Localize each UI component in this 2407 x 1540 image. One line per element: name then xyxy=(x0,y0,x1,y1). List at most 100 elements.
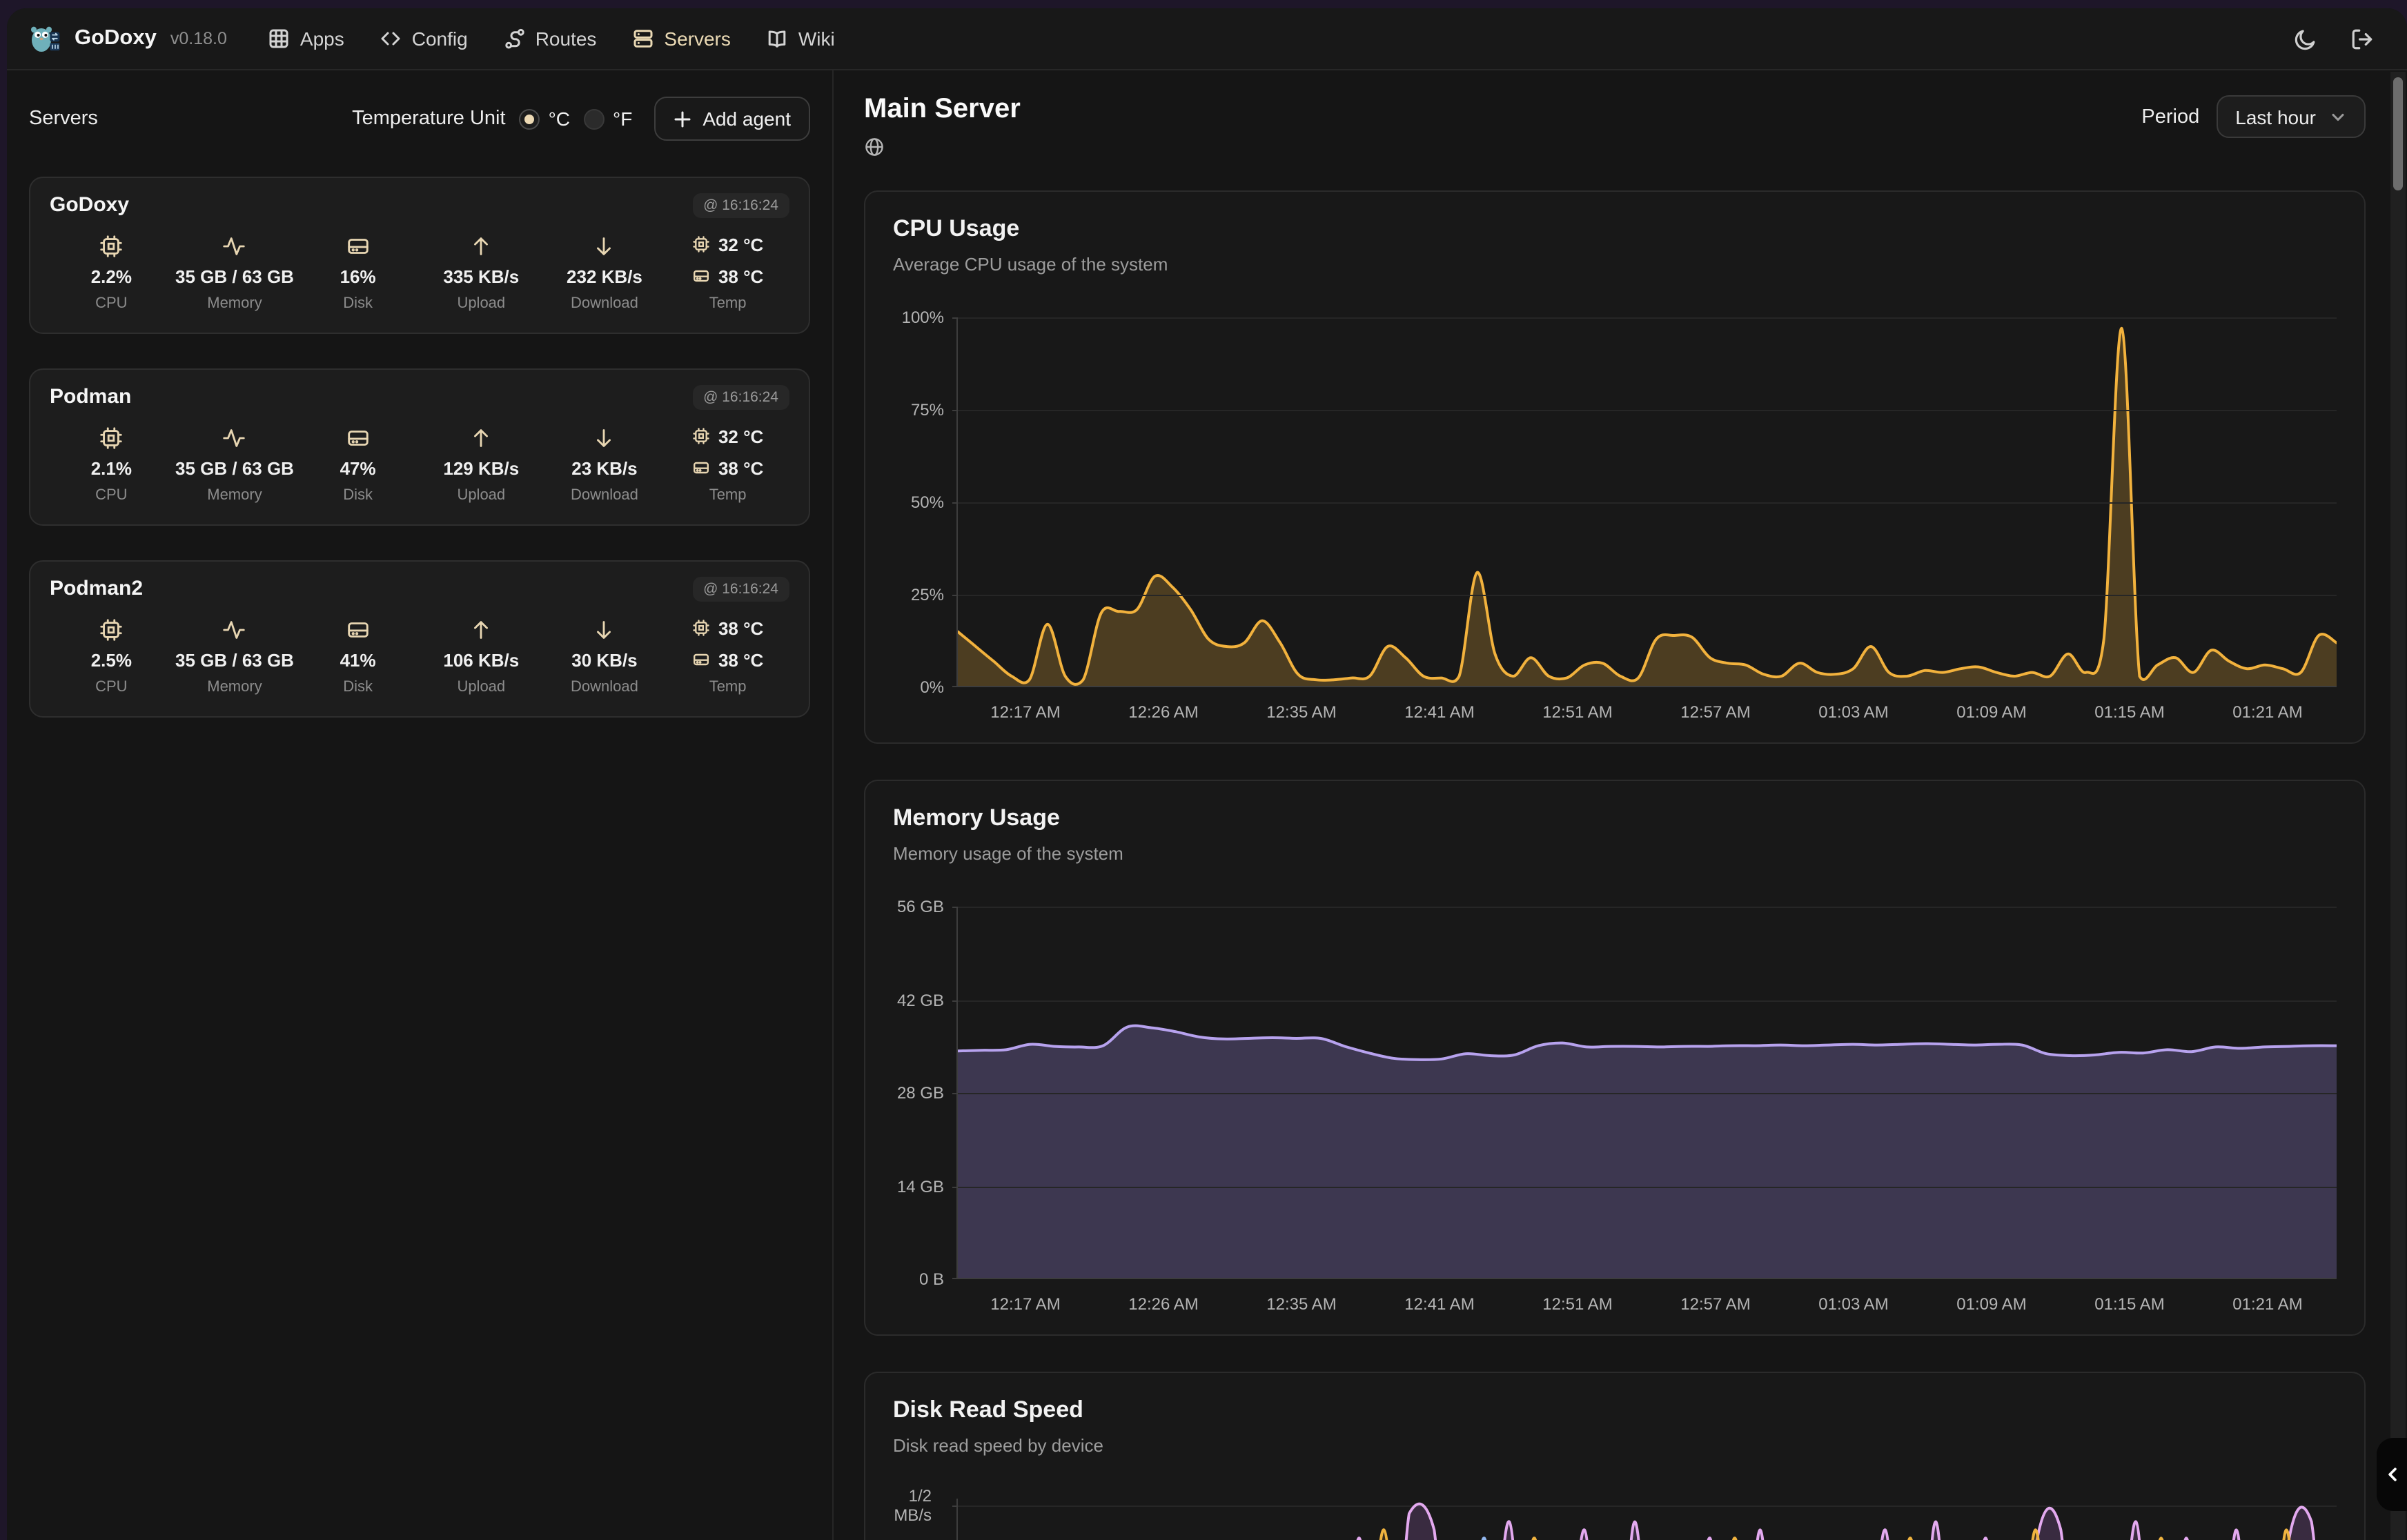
stat-memory: 35 GB / 63 GB Memory xyxy=(173,232,297,315)
x-tick-label: 12:41 AM xyxy=(1370,1294,1509,1315)
stat-upload: 129 KB/s Upload xyxy=(420,424,543,506)
x-axis-labels: 12:17 AM12:26 AM12:35 AM12:41 AM12:51 AM… xyxy=(956,1294,2337,1315)
logout-icon[interactable] xyxy=(2350,27,2374,50)
chart-title: CPU Usage xyxy=(893,214,2337,244)
x-tick-label: 01:03 AM xyxy=(1785,1294,1923,1315)
cpu-temp-icon xyxy=(692,618,711,638)
x-tick-label: 12:26 AM xyxy=(1094,702,1232,723)
server-updated-badge: @ 16:16:24 xyxy=(692,193,789,218)
server-name: GoDoxy xyxy=(50,193,129,217)
server-icon xyxy=(632,28,654,50)
nav-item-routes[interactable]: Routes xyxy=(504,28,597,50)
nav-item-servers[interactable]: Servers xyxy=(632,28,730,50)
x-tick-label: 12:51 AM xyxy=(1509,1294,1647,1315)
hard-drive-icon xyxy=(345,424,371,451)
main-panel: Main Server Period Last hour xyxy=(834,70,2407,1540)
server-card-godoxy[interactable]: GoDoxy @ 16:16:24 2.2% xyxy=(29,177,810,334)
chart-title: Memory Usage xyxy=(893,803,2337,833)
radio-fahrenheit-control[interactable] xyxy=(584,108,605,129)
y-tick-label: 50% xyxy=(911,493,944,512)
brand-name: GoDoxy xyxy=(75,26,157,51)
x-tick-label: 01:21 AM xyxy=(2199,1294,2337,1315)
nav-actions xyxy=(2294,27,2385,50)
chevron-down-icon xyxy=(2330,108,2346,125)
route-icon xyxy=(504,28,526,50)
y-tick-label: 75% xyxy=(911,400,944,419)
x-tick-label: 12:41 AM xyxy=(1370,702,1509,723)
y-axis-labels: 56 GB42 GB28 GB14 GB0 B xyxy=(893,907,956,1279)
server-card-podman2[interactable]: Podman2 @ 16:16:24 2.5% xyxy=(29,560,810,718)
radio-celsius-control[interactable] xyxy=(520,108,540,129)
memory-plot-area[interactable] xyxy=(956,907,2337,1279)
radio-fahrenheit[interactable]: °F xyxy=(584,108,632,130)
collapse-panel-button[interactable] xyxy=(2377,1438,2407,1511)
stat-upload: 106 KB/s Upload xyxy=(420,615,543,698)
nav-item-config[interactable]: Config xyxy=(380,28,468,50)
app-root: GoDoxy v0.18.0 Apps xyxy=(0,0,2407,1540)
disk-read-speed-chart-card: Disk Read Speed Disk read speed by devic… xyxy=(864,1372,2366,1540)
chart-subtitle: Memory usage of the system xyxy=(893,843,2337,865)
nav-item-label: Routes xyxy=(536,28,597,50)
disk-plot-area[interactable] xyxy=(956,1499,2337,1540)
stat-download: 23 KB/s Download xyxy=(543,424,667,506)
stat-disk: 47% Disk xyxy=(296,424,420,506)
y-tick-label: 0 B xyxy=(919,1270,944,1289)
chevron-left-icon xyxy=(2383,1465,2401,1483)
cpu-icon xyxy=(98,424,124,451)
period-select[interactable]: Last hour xyxy=(2216,95,2366,138)
y-tick-label: 28 GB xyxy=(897,1083,944,1103)
x-tick-label: 01:03 AM xyxy=(1785,702,1923,723)
x-axis-labels: 12:17 AM12:26 AM12:35 AM12:41 AM12:51 AM… xyxy=(956,702,2337,723)
x-tick-label: 12:51 AM xyxy=(1509,702,1647,723)
stat-memory: 35 GB / 63 GB Memory xyxy=(173,615,297,698)
theme-toggle-moon-icon[interactable] xyxy=(2294,27,2317,50)
radio-celsius[interactable]: °C xyxy=(520,108,570,130)
period-value: Last hour xyxy=(2235,106,2316,128)
add-agent-button[interactable]: Add agent xyxy=(654,97,810,141)
chart-title: Disk Read Speed xyxy=(893,1395,2337,1425)
top-nav: GoDoxy v0.18.0 Apps xyxy=(7,8,2407,70)
page-title: Main Server xyxy=(864,92,1021,126)
arrow-up-icon xyxy=(468,232,494,259)
activity-icon xyxy=(222,232,248,259)
x-tick-label: 01:15 AM xyxy=(2061,1294,2199,1315)
chart-subtitle: Average CPU usage of the system xyxy=(893,254,2337,276)
arrow-down-icon xyxy=(591,615,618,643)
scrollbar-thumb[interactable] xyxy=(2393,77,2403,190)
brand: GoDoxy v0.18.0 xyxy=(29,23,227,54)
hard-drive-icon xyxy=(345,615,371,643)
activity-icon xyxy=(222,615,248,643)
stat-memory: 35 GB / 63 GB Memory xyxy=(173,424,297,506)
nav-item-label: Servers xyxy=(664,28,730,50)
x-tick-label: 12:35 AM xyxy=(1232,702,1370,723)
server-name: Podman xyxy=(50,385,131,408)
stat-download: 232 KB/s Download xyxy=(543,232,667,315)
cpu-icon xyxy=(98,615,124,643)
x-tick-label: 01:15 AM xyxy=(2061,702,2199,723)
server-card-podman[interactable]: Podman @ 16:16:24 2.1% xyxy=(29,368,810,526)
globe-icon xyxy=(864,137,885,157)
godoxy-logo-icon xyxy=(29,23,62,54)
y-tick-label: 42 GB xyxy=(897,990,944,1009)
servers-panel-title: Servers xyxy=(29,108,98,130)
stat-temp: 38 °C 38 °C xyxy=(666,615,789,698)
stat-cpu: 2.1% CPU xyxy=(50,424,173,506)
y-axis-labels: 1/2 MB/s xyxy=(893,1499,956,1540)
period-label: Period xyxy=(2141,106,2199,128)
nav-item-label: Apps xyxy=(300,28,344,50)
stat-temp: 32 °C 38 °C xyxy=(666,232,789,315)
x-tick-label: 12:35 AM xyxy=(1232,1294,1370,1315)
server-updated-badge: @ 16:16:24 xyxy=(692,385,789,410)
servers-panel: Servers Temperature Unit °C °F xyxy=(7,70,834,1540)
cpu-temp-icon xyxy=(692,426,711,446)
nav-item-apps[interactable]: Apps xyxy=(268,28,344,50)
x-tick-label: 01:09 AM xyxy=(1923,702,2061,723)
y-tick-label: 25% xyxy=(911,585,944,604)
code-icon xyxy=(380,28,402,50)
grid-icon xyxy=(268,28,291,50)
nav-item-wiki[interactable]: Wiki xyxy=(767,28,835,50)
book-open-icon xyxy=(767,28,789,50)
cpu-plot-area[interactable] xyxy=(956,317,2337,687)
scrollbar[interactable] xyxy=(2390,72,2406,1540)
cpu-usage-chart-card: CPU Usage Average CPU usage of the syste… xyxy=(864,190,2366,744)
